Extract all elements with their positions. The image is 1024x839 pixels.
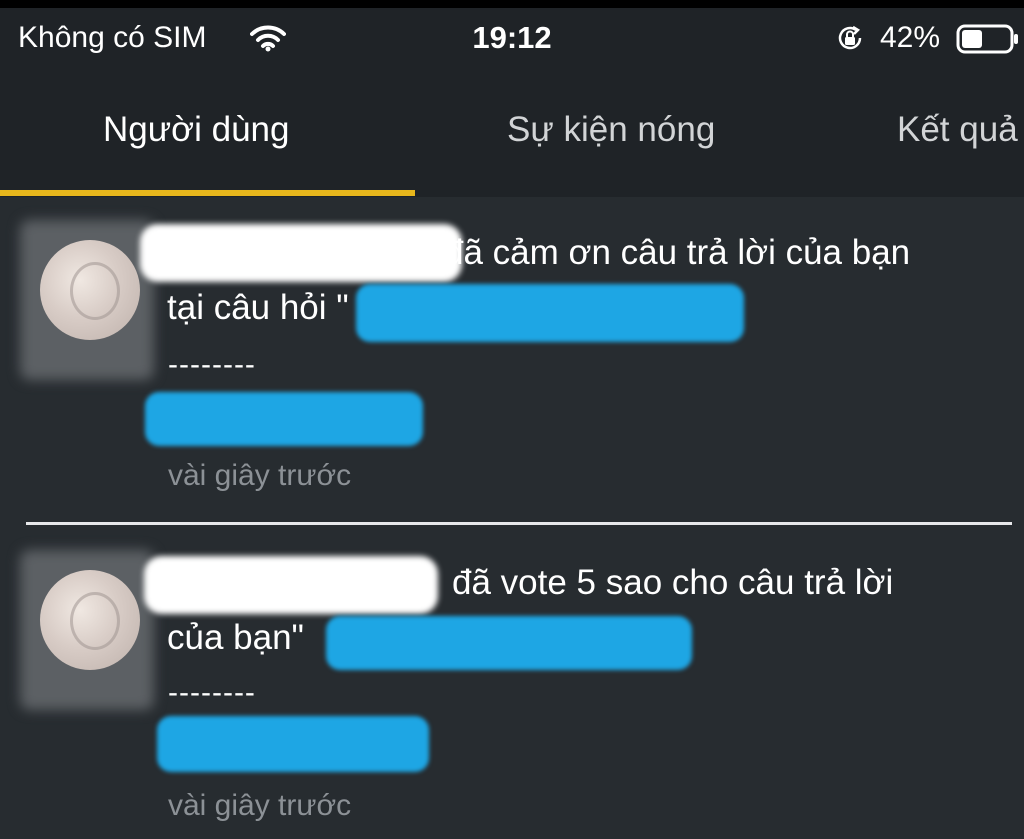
battery-icon — [956, 24, 1018, 54]
question-redaction — [326, 616, 692, 670]
separator-dashes: -------- — [168, 348, 256, 381]
notification-item[interactable]: đã cảm ơn câu trả lời của bạn tại câu hỏ… — [0, 198, 1024, 522]
clock: 19:12 — [472, 20, 552, 55]
notification-item[interactable]: đã vote 5 sao cho câu trả lời của bạn" -… — [0, 526, 1024, 839]
tab-users[interactable]: Người dùng — [103, 108, 289, 152]
avatar[interactable] — [40, 240, 140, 340]
rotation-lock-icon — [838, 25, 862, 50]
divider — [26, 522, 1012, 525]
timestamp: vài giây trước — [168, 789, 352, 822]
question-redaction — [356, 284, 744, 342]
top-edge — [0, 0, 1024, 8]
username-redaction — [140, 224, 462, 282]
notification-message: đã vote 5 sao cho câu trả lời — [452, 563, 894, 602]
username-redaction — [144, 556, 438, 614]
active-tab-indicator — [0, 190, 415, 196]
tab-hot-events[interactable]: Sự kiện nóng — [507, 108, 715, 152]
avatar[interactable] — [40, 570, 140, 670]
answer-redaction — [157, 716, 429, 772]
answer-redaction — [145, 392, 423, 446]
separator-dashes: -------- — [168, 676, 256, 709]
timestamp: vài giây trước — [168, 459, 352, 492]
notification-message: đã cảm ơn câu trả lời của bạn — [444, 233, 911, 272]
notification-message-line2: tại câu hỏi " — [167, 288, 349, 327]
tab-results[interactable]: Kết quả — [897, 108, 1018, 152]
notification-message-line2: của bạn" — [167, 618, 304, 657]
status-bar: Không có SIM 19:12 42% — [0, 8, 1024, 64]
battery-percentage: 42% — [880, 21, 941, 54]
tab-bar: Người dùng Sự kiện nóng Kết quả — [0, 64, 1024, 197]
